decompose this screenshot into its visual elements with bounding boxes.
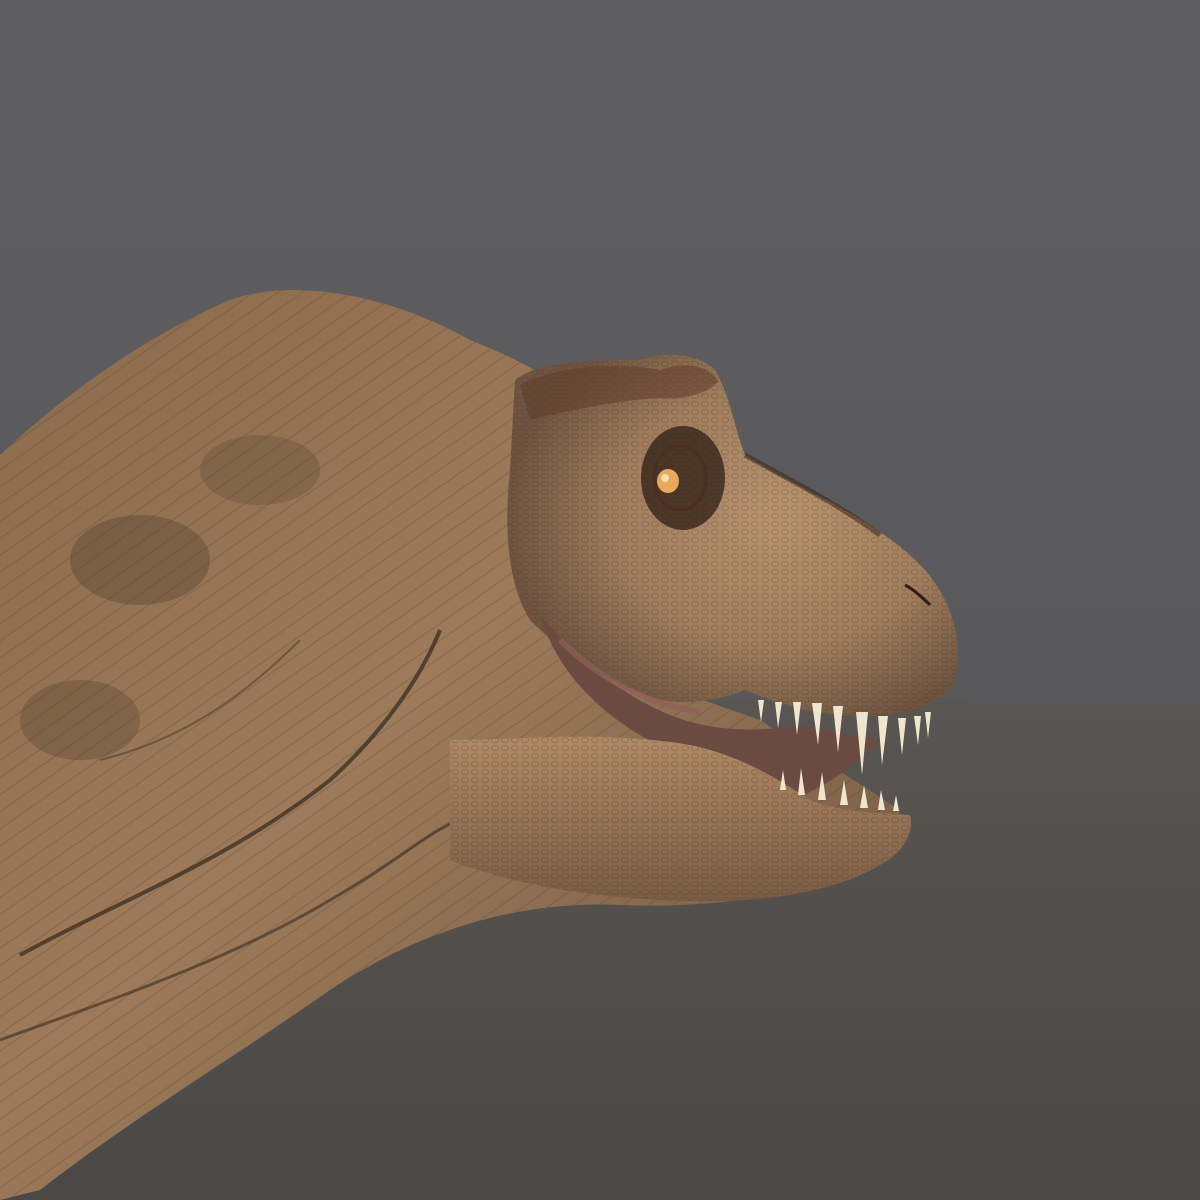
render-scene — [0, 0, 1200, 1200]
eye — [657, 469, 679, 493]
